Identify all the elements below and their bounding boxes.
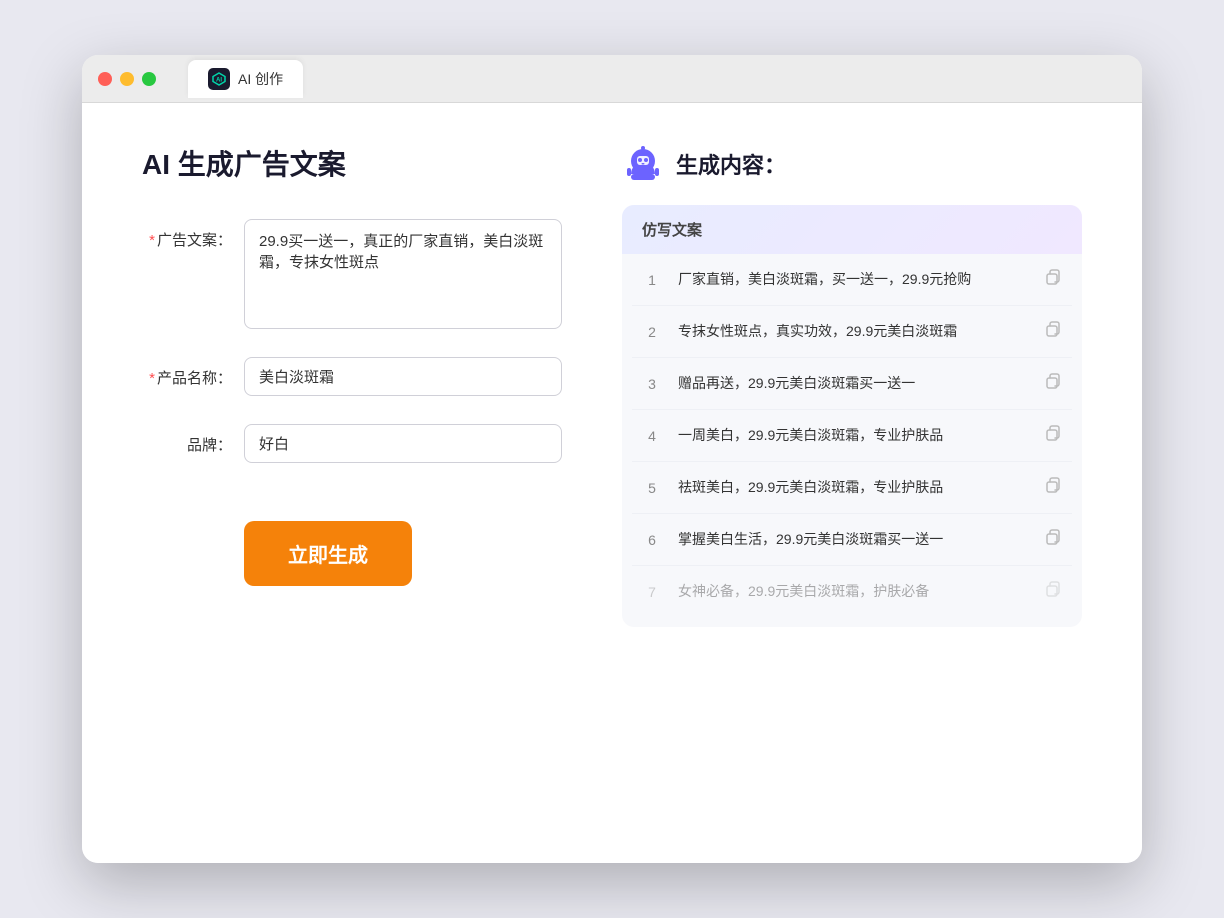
result-number: 1 — [642, 272, 662, 288]
product-name-input[interactable] — [244, 357, 562, 396]
tab-label: AI 创作 — [238, 69, 283, 89]
result-number: 4 — [642, 428, 662, 444]
browser-content: AI 生成广告文案 *广告文案： 29.9买一送一，真正的厂家直销，美白淡斑霜，… — [82, 103, 1142, 863]
result-text: 专抹女性斑点，真实功效，29.9元美白淡斑霜 — [678, 321, 1026, 342]
copy-icon[interactable] — [1042, 319, 1062, 344]
copy-icon[interactable] — [1042, 267, 1062, 292]
tab-bar: AI AI 创作 — [188, 60, 303, 98]
brand-row: 品牌： — [142, 424, 562, 463]
ai-tab-icon: AI — [208, 68, 230, 90]
ai-tab[interactable]: AI AI 创作 — [188, 60, 303, 98]
product-name-label: *产品名称： — [142, 357, 232, 388]
result-table-header: 仿写文案 — [622, 205, 1082, 254]
result-text: 一周美白，29.9元美白淡斑霜，专业护肤品 — [678, 425, 1026, 446]
result-item: 1 厂家直销，美白淡斑霜，买一送一，29.9元抢购 — [632, 254, 1072, 306]
copy-icon[interactable] — [1042, 527, 1062, 552]
copy-icon[interactable] — [1042, 579, 1062, 604]
result-item: 2 专抹女性斑点，真实功效，29.9元美白淡斑霜 — [632, 306, 1072, 358]
copy-icon[interactable] — [1042, 371, 1062, 396]
browser-window: AI AI 创作 AI 生成广告文案 *广告文案： 29.9买一送一，真正的厂家… — [82, 55, 1142, 863]
product-name-row: *产品名称： — [142, 357, 562, 396]
result-box: 仿写文案 1 厂家直销，美白淡斑霜，买一送一，29.9元抢购 2 专抹女性斑点，真实… — [622, 205, 1082, 627]
right-panel: 生成内容： 仿写文案 1 厂家直销，美白淡斑霜，买一送一，29.9元抢购 2 专抹女… — [622, 143, 1082, 813]
required-star-2: * — [149, 370, 155, 387]
close-button[interactable] — [98, 72, 112, 86]
ad-copy-label: *广告文案： — [142, 219, 232, 250]
title-bar: AI AI 创作 — [82, 55, 1142, 103]
maximize-button[interactable] — [142, 72, 156, 86]
result-number: 2 — [642, 324, 662, 340]
minimize-button[interactable] — [120, 72, 134, 86]
result-number: 6 — [642, 532, 662, 548]
ad-copy-input[interactable]: 29.9买一送一，真正的厂家直销，美白淡斑霜，专抹女性斑点 — [244, 219, 562, 329]
result-text: 赠品再送，29.9元美白淡斑霜买一送一 — [678, 373, 1026, 394]
result-number: 5 — [642, 480, 662, 496]
result-item: 3 赠品再送，29.9元美白淡斑霜买一送一 — [632, 358, 1072, 410]
robot-icon — [622, 143, 664, 185]
result-text: 掌握美白生活，29.9元美白淡斑霜买一送一 — [678, 529, 1026, 550]
result-list: 1 厂家直销，美白淡斑霜，买一送一，29.9元抢购 2 专抹女性斑点，真实功效，29… — [622, 254, 1082, 617]
svg-text:AI: AI — [216, 77, 222, 83]
page-title: AI 生成广告文案 — [142, 143, 562, 183]
result-item: 5 祛斑美白，29.9元美白淡斑霜，专业护肤品 — [632, 462, 1072, 514]
result-item: 6 掌握美白生活，29.9元美白淡斑霜买一送一 — [632, 514, 1072, 566]
result-text: 厂家直销，美白淡斑霜，买一送一，29.9元抢购 — [678, 269, 1026, 290]
brand-label: 品牌： — [142, 424, 232, 455]
result-header: 生成内容： — [622, 143, 1082, 185]
result-text: 女神必备，29.9元美白淡斑霜，护肤必备 — [678, 581, 1026, 602]
copy-icon[interactable] — [1042, 475, 1062, 500]
result-number: 7 — [642, 584, 662, 600]
result-item: 4 一周美白，29.9元美白淡斑霜，专业护肤品 — [632, 410, 1072, 462]
result-title: 生成内容： — [676, 148, 786, 180]
result-text: 祛斑美白，29.9元美白淡斑霜，专业护肤品 — [678, 477, 1026, 498]
copy-icon[interactable] — [1042, 423, 1062, 448]
brand-input[interactable] — [244, 424, 562, 463]
required-star-1: * — [149, 232, 155, 249]
left-panel: AI 生成广告文案 *广告文案： 29.9买一送一，真正的厂家直销，美白淡斑霜，… — [142, 143, 562, 813]
generate-button[interactable]: 立即生成 — [244, 521, 412, 586]
result-item: 7 女神必备，29.9元美白淡斑霜，护肤必备 — [632, 566, 1072, 617]
ad-copy-row: *广告文案： 29.9买一送一，真正的厂家直销，美白淡斑霜，专抹女性斑点 — [142, 219, 562, 329]
traffic-lights — [98, 72, 156, 86]
result-number: 3 — [642, 376, 662, 392]
